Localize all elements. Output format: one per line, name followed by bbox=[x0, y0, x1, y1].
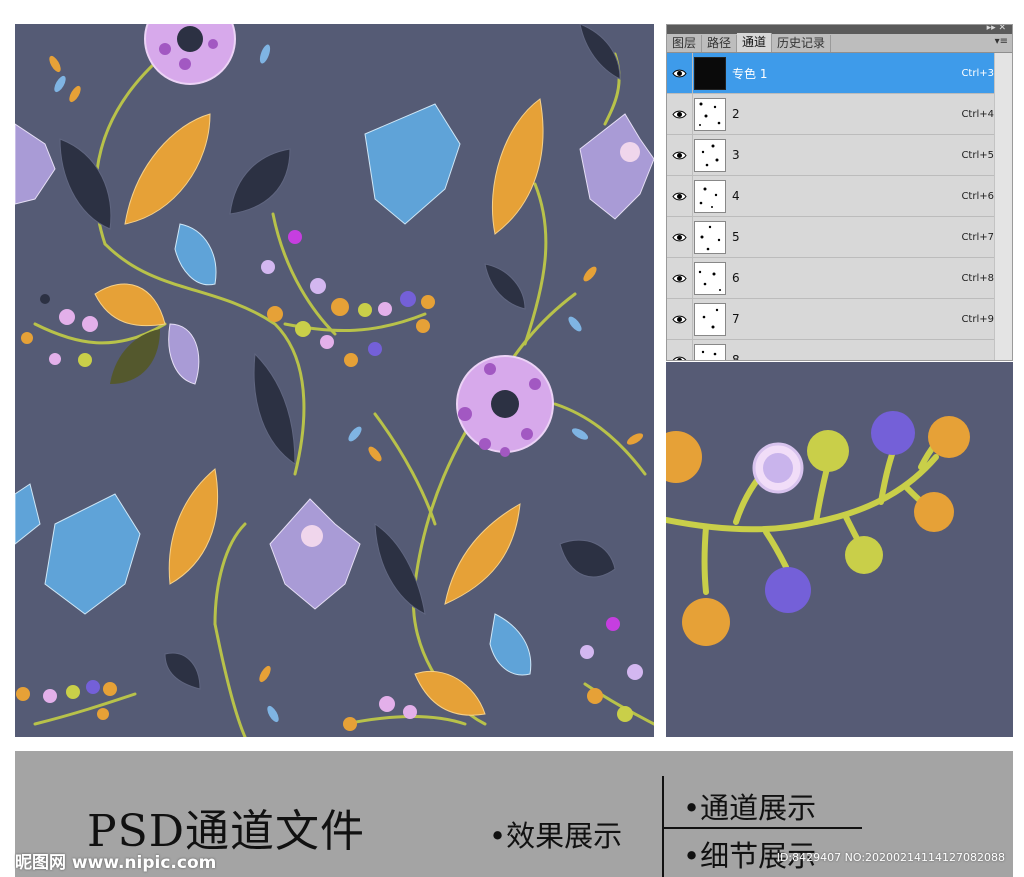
channel-row-4[interactable]: 4 Ctrl+6 bbox=[667, 175, 1012, 217]
horizontal-divider bbox=[662, 827, 862, 829]
tab-paths[interactable]: 路径 bbox=[702, 35, 738, 52]
panel-tabs: 图层 路径 通道 历史记录 ▾≡ bbox=[667, 33, 1012, 53]
channel-row-8[interactable]: 8 bbox=[667, 339, 1012, 361]
watermark-id: ID:8429407 NO:20200214114127082088 bbox=[776, 851, 1005, 864]
channel-name: 4 bbox=[732, 189, 740, 203]
channel-row-6[interactable]: 6 Ctrl+8 bbox=[667, 257, 1012, 299]
visibility-eye-icon[interactable] bbox=[667, 52, 693, 94]
channel-row-2[interactable]: 2 Ctrl+4 bbox=[667, 93, 1012, 135]
panel-title-bar: ▸▸ ✕ bbox=[667, 25, 1012, 34]
channel-name: 3 bbox=[732, 148, 740, 162]
visibility-eye-icon[interactable] bbox=[667, 257, 693, 299]
effect-label: •效果展示 bbox=[489, 819, 623, 853]
channel-list: 专色 1 Ctrl+3 2 Ctrl+4 3 Ctrl+5 4 Ctrl+6 5… bbox=[667, 52, 1012, 361]
channels-panel: ▸▸ ✕ 图层 路径 通道 历史记录 ▾≡ 专色 1 Ctrl+3 2 Ctrl… bbox=[666, 24, 1013, 361]
channel-name: 6 bbox=[732, 271, 740, 285]
detail-zoom-image bbox=[666, 362, 1013, 737]
channel-thumbnail bbox=[694, 220, 726, 254]
channel-name: 7 bbox=[732, 312, 740, 326]
channel-thumbnail bbox=[694, 261, 726, 295]
visibility-eye-icon[interactable] bbox=[667, 216, 693, 258]
channel-row-5[interactable]: 5 Ctrl+7 bbox=[667, 216, 1012, 258]
channel-label: •通道展示 bbox=[683, 791, 817, 825]
channel-name: 专色 1 bbox=[732, 66, 768, 81]
tab-channels[interactable]: 通道 bbox=[737, 33, 773, 52]
pattern-artwork bbox=[15, 24, 654, 737]
channel-thumbnail bbox=[694, 97, 726, 131]
channel-row-spot-1[interactable]: 专色 1 Ctrl+3 bbox=[667, 52, 1012, 94]
channel-thumbnail bbox=[694, 56, 726, 90]
channel-thumbnail bbox=[694, 302, 726, 336]
visibility-eye-icon[interactable] bbox=[667, 134, 693, 176]
channel-row-7[interactable]: 7 Ctrl+9 bbox=[667, 298, 1012, 340]
collapse-icon[interactable]: ▸▸ ✕ bbox=[987, 25, 1006, 33]
watermark-logo: 昵图网 www.nipic.com bbox=[15, 853, 217, 873]
channel-thumbnail bbox=[694, 343, 726, 360]
visibility-eye-icon[interactable] bbox=[667, 339, 693, 360]
visibility-eye-icon[interactable] bbox=[667, 93, 693, 135]
channel-name: 2 bbox=[732, 107, 740, 121]
visibility-eye-icon[interactable] bbox=[667, 175, 693, 217]
channel-name: 5 bbox=[732, 230, 740, 244]
channel-name: 8 bbox=[732, 353, 740, 361]
panel-scrollbar[interactable] bbox=[994, 53, 1012, 360]
channel-thumbnail bbox=[694, 138, 726, 172]
tab-history[interactable]: 历史记录 bbox=[772, 35, 832, 52]
tab-layers[interactable]: 图层 bbox=[667, 35, 703, 52]
channel-thumbnail bbox=[694, 179, 726, 213]
bottom-banner: PSD通道文件 •效果展示 •通道展示 •细节展示 昵图网 www.nipic.… bbox=[15, 751, 1013, 877]
panel-menu-icon[interactable]: ▾≡ bbox=[995, 36, 1008, 47]
visibility-eye-icon[interactable] bbox=[667, 298, 693, 340]
channel-row-3[interactable]: 3 Ctrl+5 bbox=[667, 134, 1012, 176]
